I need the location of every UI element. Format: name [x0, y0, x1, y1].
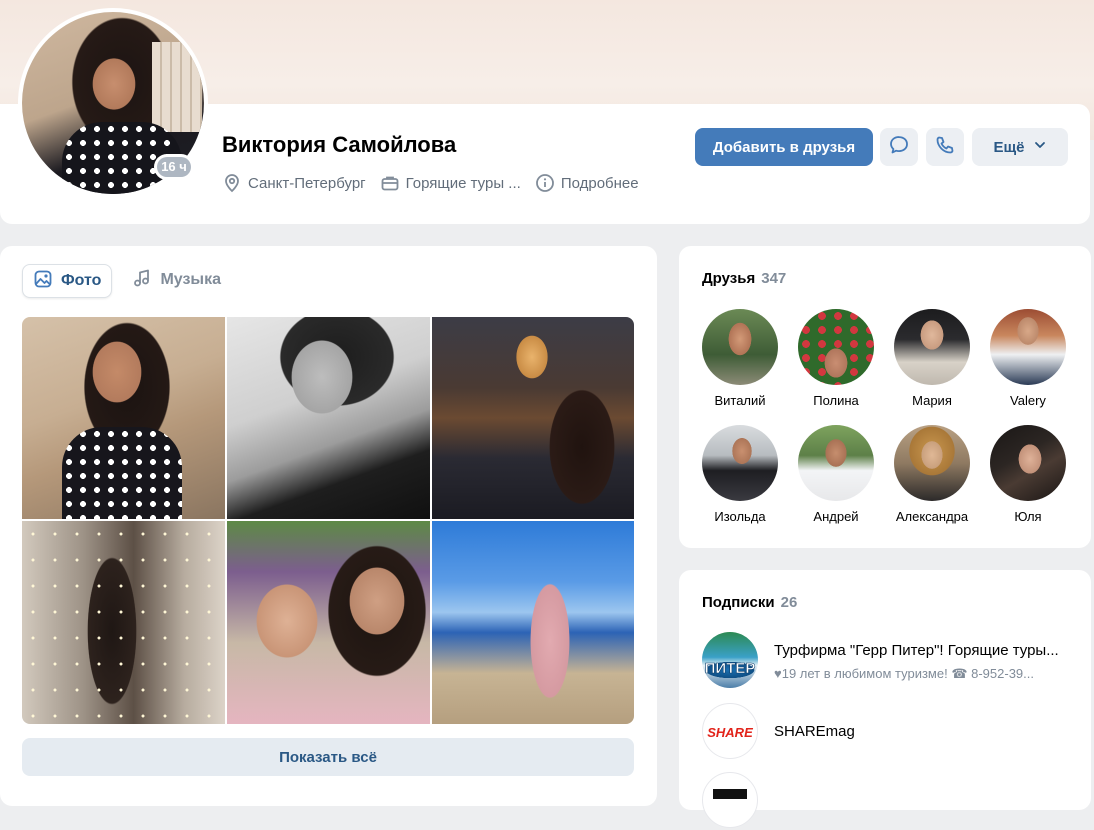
subscriptions-title: Подписки [702, 594, 775, 611]
subscription-avatar: SHARE [702, 703, 758, 759]
friend-name: Полина [813, 393, 859, 408]
friend-item[interactable]: Андрей [791, 425, 881, 524]
friend-name: Виталий [714, 393, 766, 408]
subscription-avatar [702, 772, 758, 828]
subscription-title: Турфирма "Герр Питер"! Горящие туры... [774, 642, 1059, 659]
media-tabs: Фото Музыка [22, 264, 231, 298]
friend-name: Изольда [714, 509, 766, 524]
sharemag-logo-icon: SHARE [707, 725, 753, 740]
briefcase-icon [380, 173, 400, 193]
friend-item[interactable]: Виталий [695, 309, 785, 408]
friend-item[interactable]: Полина [791, 309, 881, 408]
message-button[interactable] [880, 128, 918, 166]
avatar-window-detail [152, 42, 202, 132]
more-actions-button[interactable]: Ещё [972, 128, 1068, 166]
profile-name: Виктория Самойлова [222, 132, 457, 157]
friend-name: Александра [895, 509, 969, 524]
subscription-item[interactable]: SHARE SHAREmag [702, 703, 1072, 761]
svg-text:ПИТЕР: ПИТЕР [705, 660, 756, 677]
tab-photos[interactable]: Фото [22, 264, 113, 298]
friend-avatar [702, 309, 778, 385]
friend-avatar [894, 425, 970, 501]
location-pin-icon [222, 173, 242, 193]
add-friend-button[interactable]: Добавить в друзья [695, 128, 873, 166]
photo-thumbnail[interactable] [432, 521, 634, 724]
info-icon [535, 173, 555, 193]
show-all-photos-button[interactable]: Показать всё [22, 738, 634, 776]
subscription-description: ♥19 лет в любимом туризме! ☎ 8-952-39... [774, 666, 1034, 681]
friend-item[interactable]: Александра [887, 425, 977, 524]
photo-thumbnail[interactable] [227, 521, 430, 724]
friends-count: 347 [761, 270, 787, 287]
profile-details-label: Подробнее [560, 174, 639, 192]
chevron-down-icon [1033, 138, 1047, 156]
online-status-text: 16 ч [157, 157, 191, 177]
friend-avatar [990, 425, 1066, 501]
friends-header[interactable]: Друзья 347 [702, 270, 786, 287]
subscription-item[interactable] [702, 772, 1072, 830]
friend-item[interactable]: Valery [983, 309, 1073, 408]
profile-city-label: Санкт-Петербург [248, 174, 366, 192]
photo-thumbnail[interactable] [432, 317, 634, 519]
chat-bubble-icon [888, 134, 910, 161]
photo-thumbnail[interactable] [227, 317, 430, 519]
photo-grid [22, 317, 634, 724]
tab-music[interactable]: Музыка [122, 264, 231, 296]
subscriptions-header[interactable]: Подписки 26 [702, 594, 797, 611]
friend-avatar [990, 309, 1066, 385]
photo-thumbnail[interactable] [22, 521, 225, 724]
friend-name: Valery [1010, 393, 1046, 408]
friend-name: Андрей [813, 509, 859, 524]
friend-item[interactable]: Изольда [695, 425, 785, 524]
friend-avatar [798, 425, 874, 501]
friend-name: Юля [1014, 509, 1042, 524]
profile-job[interactable]: Горящие туры ... [380, 173, 521, 193]
svg-text:SHARE: SHARE [707, 725, 753, 740]
subscription-item[interactable]: ПИТЕР Турфирма "Герр Питер"! Горящие тур… [702, 632, 1072, 690]
profile-job-label: Горящие туры ... [405, 174, 521, 192]
online-status-badge: 16 ч [154, 154, 194, 180]
more-actions-label: Ещё [993, 138, 1025, 156]
tab-music-label: Музыка [160, 271, 221, 288]
image-icon [33, 269, 53, 294]
profile-details-link[interactable]: Подробнее [535, 173, 639, 193]
friend-avatar [798, 309, 874, 385]
photo-thumbnail[interactable] [22, 317, 225, 519]
profile-meta: Санкт-Петербург Горящие туры ... Подробн… [222, 170, 639, 196]
friend-avatar [894, 309, 970, 385]
profile-city[interactable]: Санкт-Петербург [222, 173, 366, 193]
call-button[interactable] [926, 128, 964, 166]
subscription-title: SHAREmag [774, 723, 855, 740]
tab-photos-label: Фото [61, 272, 102, 289]
phone-icon [934, 134, 956, 161]
friend-item[interactable]: Юля [983, 425, 1073, 524]
friend-name: Мария [912, 393, 952, 408]
subscriptions-count: 26 [780, 594, 798, 611]
friend-avatar [702, 425, 778, 501]
subscription-logo-icon: ПИТЕР [704, 660, 756, 678]
music-note-icon [132, 268, 152, 293]
friend-item[interactable]: Мария [887, 309, 977, 408]
friends-title: Друзья [702, 270, 756, 287]
subscription-avatar: ПИТЕР [702, 632, 758, 688]
subscription-logo-icon [713, 789, 747, 799]
